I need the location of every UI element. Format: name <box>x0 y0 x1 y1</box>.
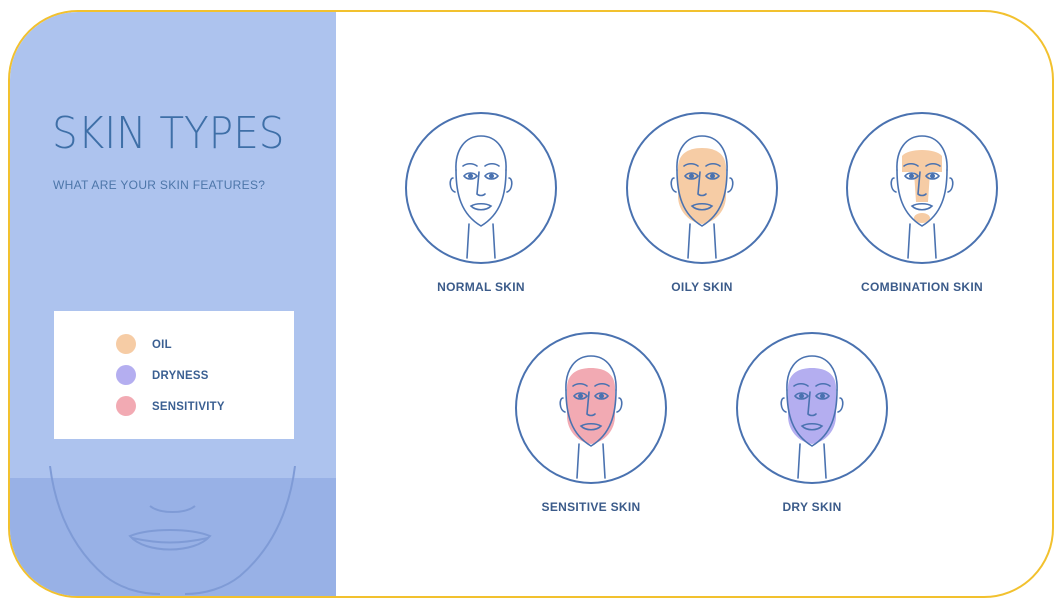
legend-label: SENSITIVITY <box>152 399 225 413</box>
legend-label: OIL <box>152 337 172 351</box>
sensitive-face-icon <box>515 332 667 484</box>
sensitivity-dot-icon <box>116 396 136 416</box>
face-label-dry: DRY SKIN <box>782 500 842 514</box>
oily-face-icon <box>626 112 778 264</box>
page-subtitle: WHAT ARE YOUR SKIN FEATURES? <box>53 178 266 192</box>
normal-face-icon <box>405 112 557 264</box>
legend-item-oil: OIL <box>116 333 173 355</box>
legend-item-dryness: DRYNESS <box>116 364 212 386</box>
infographic-frame: SKIN TYPES WHAT ARE YOUR SKIN FEATURES? … <box>8 10 1054 598</box>
dryness-dot-icon <box>116 365 136 385</box>
dry-face-icon <box>736 332 888 484</box>
face-card-combination <box>844 110 1000 266</box>
face-label-normal: NORMAL SKIN <box>437 280 525 294</box>
oil-dot-icon <box>116 334 136 354</box>
legend-label: DRYNESS <box>152 368 209 382</box>
left-panel: SKIN TYPES WHAT ARE YOUR SKIN FEATURES? … <box>10 12 336 596</box>
face-card-normal <box>403 110 559 266</box>
page-title: SKIN TYPES <box>52 108 285 159</box>
face-label-oily: OILY SKIN <box>671 280 733 294</box>
legend-box: OIL DRYNESS SENSITIVITY <box>54 311 294 439</box>
face-card-oily <box>624 110 780 266</box>
legend-item-sensitivity: SENSITIVITY <box>116 395 229 417</box>
combination-face-icon <box>846 112 998 264</box>
large-face-illustration-icon <box>49 466 296 595</box>
face-label-combination: COMBINATION SKIN <box>861 280 983 294</box>
face-card-sensitive <box>513 330 669 486</box>
face-card-dry <box>734 330 890 486</box>
face-label-sensitive: SENSITIVE SKIN <box>541 500 641 514</box>
